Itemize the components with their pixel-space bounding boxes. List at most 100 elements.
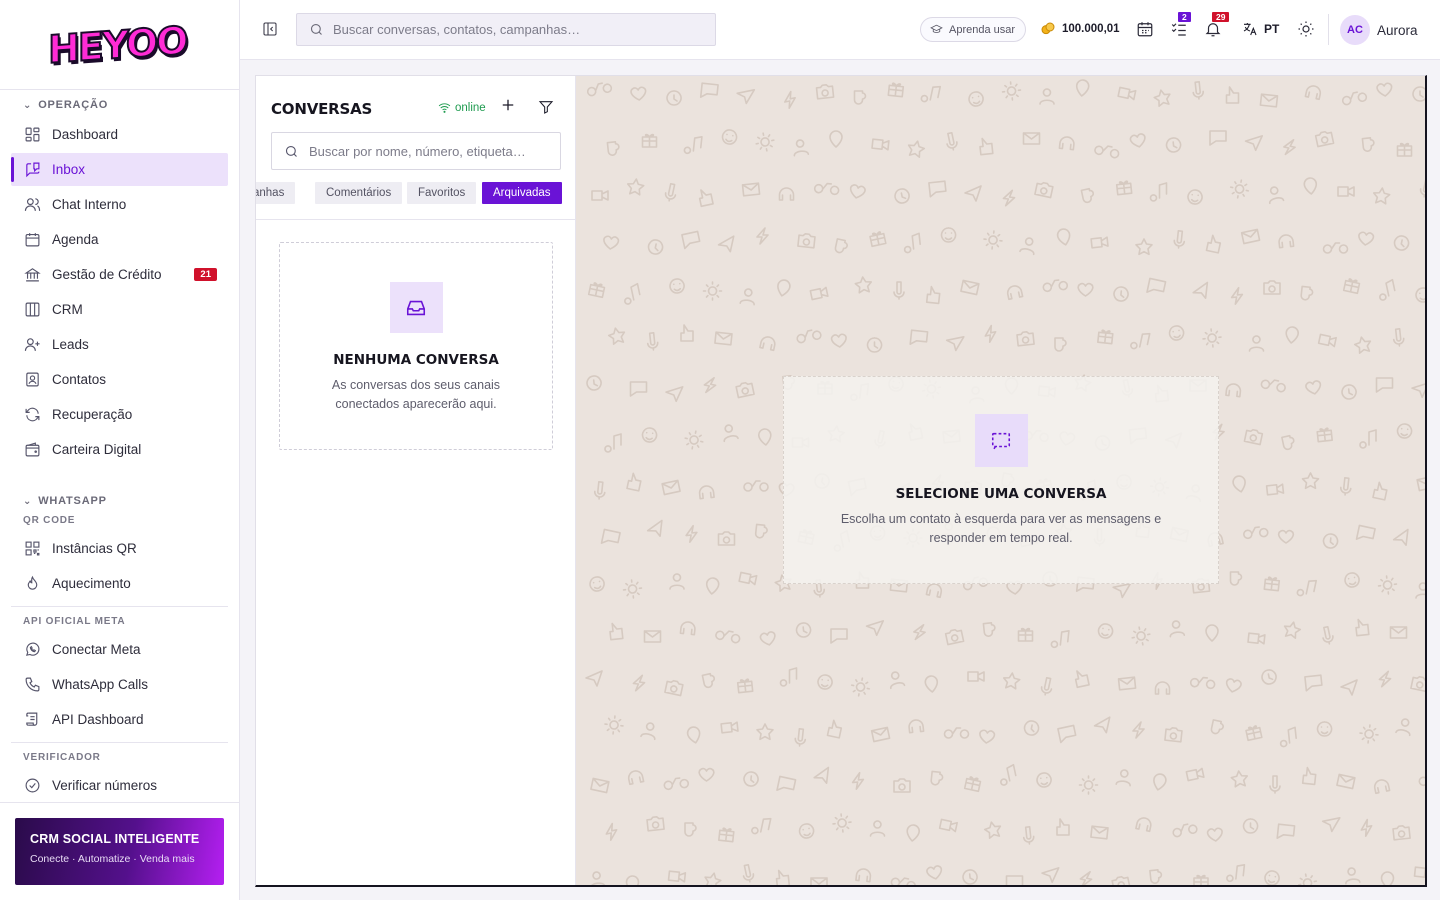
pattern-doodle xyxy=(664,182,677,202)
pattern-doodle xyxy=(1317,333,1337,348)
language-selector[interactable]: PT xyxy=(1242,21,1279,37)
pattern-doodle xyxy=(1132,721,1145,739)
sidebar-item-verificar-numeros[interactable]: Verificar números xyxy=(11,769,228,802)
theme-toggle[interactable] xyxy=(1297,20,1315,38)
pattern-doodle xyxy=(813,766,830,785)
new-conversation-button[interactable] xyxy=(501,98,515,112)
pattern-doodle xyxy=(1225,86,1240,104)
pattern-doodle xyxy=(810,877,828,885)
pattern-doodle xyxy=(1392,328,1405,347)
pattern-doodle xyxy=(1242,818,1259,834)
pattern-doodle xyxy=(665,386,684,403)
tab-favoritos[interactable]: Favoritos xyxy=(407,182,477,204)
pattern-doodle xyxy=(723,424,739,443)
pattern-doodle xyxy=(736,678,754,694)
sidebar-item-label: Recuperação xyxy=(52,407,133,422)
sidebar-item-carteira-digital[interactable]: Carteira Digital xyxy=(11,433,228,466)
pattern-doodle xyxy=(586,82,613,97)
pattern-doodle xyxy=(776,775,797,791)
pattern-doodle xyxy=(1276,823,1296,839)
pattern-doodle xyxy=(1130,332,1151,350)
sidebar-item-inbox[interactable]: Inbox xyxy=(11,153,228,186)
pattern-doodle xyxy=(1205,624,1219,642)
sidebar-item-api-dashboard[interactable]: API Dashboard xyxy=(11,703,228,736)
tasks-button[interactable]: 2 xyxy=(1170,12,1191,38)
pattern-doodle xyxy=(1054,337,1067,352)
pattern-doodle xyxy=(1230,770,1249,788)
sidebar-item-chat-interno[interactable]: Chat Interno xyxy=(11,188,228,221)
learn-button[interactable]: Aprenda usar xyxy=(920,17,1027,42)
filter-button[interactable] xyxy=(538,99,554,115)
user-plus-icon xyxy=(23,336,41,354)
pattern-doodle xyxy=(717,531,736,546)
checklist-icon xyxy=(1171,23,1186,36)
tab-comentarios[interactable]: Comentários xyxy=(315,182,403,204)
notifications-button[interactable]: 29 xyxy=(1204,12,1230,38)
sidebar-item-aquecimento[interactable]: Aquecimento xyxy=(11,567,228,600)
pattern-doodle xyxy=(1297,873,1318,885)
pattern-doodle xyxy=(926,865,943,880)
pattern-doodle xyxy=(1355,524,1376,540)
sidebar-item-conectar-meta[interactable]: Conectar Meta xyxy=(11,633,228,666)
sidebar-item-crm[interactable]: CRM xyxy=(11,293,228,326)
global-search[interactable] xyxy=(296,13,716,46)
conversation-search-input[interactable] xyxy=(309,143,549,159)
pattern-doodle xyxy=(742,863,755,883)
user-menu[interactable]: AC Aurora xyxy=(1340,15,1418,45)
conversation-search[interactable] xyxy=(271,132,561,170)
section-whatsapp[interactable]: ⌄ WHATSAPP xyxy=(11,490,228,512)
pattern-doodle xyxy=(924,675,939,693)
calendar-button[interactable] xyxy=(1136,20,1154,38)
pattern-doodle xyxy=(1230,286,1244,305)
pattern-doodle xyxy=(626,178,645,196)
promo-banner[interactable]: CRM SOCIAL INTELIGENTE Conecte · Automat… xyxy=(15,818,224,885)
sidebar-item-recuperacao[interactable]: Recuperação xyxy=(11,398,228,431)
promo-subtitle: Conecte · Automatize · Venda mais xyxy=(30,853,195,865)
global-search-input[interactable] xyxy=(333,22,693,37)
pattern-doodle xyxy=(1359,724,1379,744)
pattern-doodle xyxy=(1243,428,1264,446)
pattern-doodle xyxy=(1345,867,1361,885)
sidebar-item-label: Conectar Meta xyxy=(52,642,141,657)
pattern-doodle xyxy=(667,870,687,883)
filter-icon xyxy=(538,101,554,114)
tab-campanhas[interactable]: anhas xyxy=(256,182,296,204)
conversation-tabs: anhas Comentários Favoritos Arquivadas xyxy=(256,182,576,206)
sidebar-item-whatsapp-calls[interactable]: WhatsApp Calls xyxy=(11,668,228,701)
sidebar-item-gestao-credito[interactable]: Gestão de Crédito 21 xyxy=(11,258,228,291)
pattern-doodle xyxy=(1336,773,1356,790)
pattern-doodle xyxy=(1154,681,1171,695)
pattern-doodle xyxy=(1034,181,1054,199)
sidebar-item-agenda[interactable]: Agenda xyxy=(11,223,228,256)
bell-icon xyxy=(1205,23,1221,37)
pattern-doodle xyxy=(586,375,602,391)
pattern-doodle xyxy=(1058,136,1075,151)
pattern-doodle xyxy=(1023,720,1040,736)
section-operacao[interactable]: ⌄ OPERAÇÃO xyxy=(11,94,228,116)
pattern-doodle xyxy=(756,723,774,741)
pattern-doodle xyxy=(1396,423,1413,439)
pattern-doodle xyxy=(1002,672,1021,690)
sidebar-item-leads[interactable]: Leads xyxy=(11,328,228,361)
pattern-doodle xyxy=(1185,767,1205,782)
brand-logo[interactable]: HEYOO xyxy=(47,17,187,73)
pattern-doodle xyxy=(600,528,621,544)
pattern-doodle xyxy=(609,622,624,641)
pattern-doodle xyxy=(1361,137,1375,152)
pattern-doodle xyxy=(1149,182,1168,202)
pattern-doodle xyxy=(1316,721,1333,737)
pattern-doodle xyxy=(1321,817,1341,833)
credits-balance[interactable]: 100.000,01 xyxy=(1040,21,1120,37)
learn-button-label: Aprenda usar xyxy=(949,23,1016,36)
sidebar-collapse-icon[interactable] xyxy=(262,21,278,37)
sidebar-item-instancias-qr[interactable]: Instâncias QR xyxy=(11,532,228,565)
pattern-doodle xyxy=(604,715,624,735)
pattern-doodle xyxy=(964,185,982,202)
tab-arquivadas[interactable]: Arquivadas xyxy=(482,182,562,204)
pattern-doodle xyxy=(1229,179,1250,199)
sidebar-item-contatos[interactable]: Contatos xyxy=(11,363,228,396)
pattern-doodle xyxy=(1115,769,1131,787)
sidebar-item-dashboard[interactable]: Dashboard xyxy=(11,118,228,151)
wallet-icon xyxy=(23,441,41,459)
pattern-doodle xyxy=(1149,869,1163,884)
